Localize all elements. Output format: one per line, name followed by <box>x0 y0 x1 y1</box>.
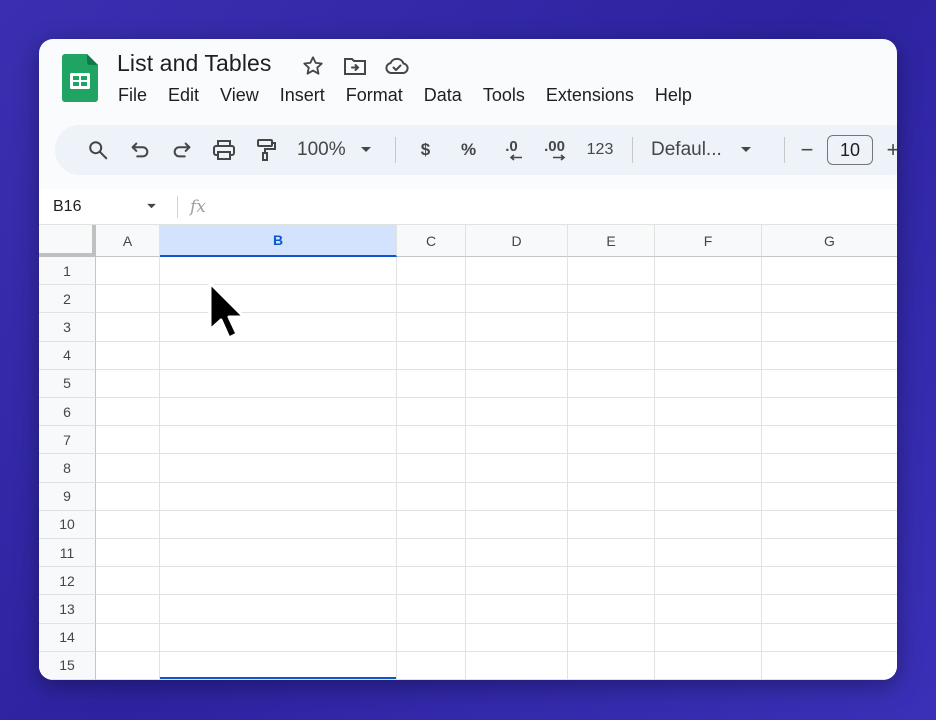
grid-row-line <box>96 650 897 652</box>
zoom-select[interactable]: 100% <box>287 134 387 166</box>
column-header-e[interactable]: E <box>568 225 655 257</box>
toolbar-divider <box>395 137 396 163</box>
grid-column-line <box>159 257 160 680</box>
redo-icon[interactable] <box>161 134 203 166</box>
arrow-left-icon <box>509 154 522 161</box>
font-size-input[interactable]: 10 <box>827 135 873 165</box>
column-header-a[interactable]: A <box>96 225 160 257</box>
document-title[interactable]: List and Tables <box>117 50 272 77</box>
grid-column-line <box>654 257 655 680</box>
fx-icon: fx <box>190 196 206 217</box>
format-percent-button[interactable]: % <box>447 134 490 166</box>
row-header-10[interactable]: 10 <box>39 510 96 539</box>
cell-reference: B16 <box>53 197 82 215</box>
row-header-3[interactable]: 3 <box>39 313 96 342</box>
menu-data[interactable]: Data <box>424 85 462 106</box>
row-header-14[interactable]: 14 <box>39 623 96 652</box>
row-header-4[interactable]: 4 <box>39 341 96 370</box>
mouse-cursor-icon <box>208 281 246 340</box>
sheet-grid[interactable]: A B C D E F G 1 2 3 4 5 6 7 8 9 10 11 12 13 14 15 <box>39 225 897 680</box>
increase-font-size-button[interactable]: + <box>879 134 897 166</box>
menu-extensions[interactable]: Extensions <box>546 85 634 106</box>
column-header-b[interactable]: B <box>160 225 397 257</box>
toolbar-divider <box>784 137 785 163</box>
arrow-right-icon <box>552 154 565 161</box>
grid-row-line <box>96 566 897 568</box>
menu-help[interactable]: Help <box>655 85 692 106</box>
chevron-down-icon <box>740 147 751 152</box>
name-box[interactable]: B16 <box>39 198 167 216</box>
row-header-13[interactable]: 13 <box>39 595 96 624</box>
row-header-9[interactable]: 9 <box>39 482 96 511</box>
menu-tools[interactable]: Tools <box>483 85 525 106</box>
menu-insert[interactable]: Insert <box>280 85 325 106</box>
formula-bar: B16 fx <box>39 189 897 225</box>
row-header-2[interactable]: 2 <box>39 285 96 314</box>
grid-column-line <box>396 257 397 680</box>
grid-row-line <box>96 679 897 680</box>
grid-row-line <box>96 397 897 398</box>
decrease-font-size-button[interactable]: − <box>793 134 821 166</box>
grid-row-line <box>96 425 897 427</box>
row-header-12[interactable]: 12 <box>39 567 96 596</box>
chevron-down-icon <box>147 203 156 209</box>
menu-format[interactable]: Format <box>346 85 403 106</box>
zoom-value: 100% <box>297 139 346 160</box>
grid-row-line <box>96 453 897 455</box>
menu-view[interactable]: View <box>220 85 259 106</box>
column-header-f[interactable]: F <box>655 225 762 257</box>
row-header-8[interactable]: 8 <box>39 454 96 483</box>
row-header-6[interactable]: 6 <box>39 398 96 427</box>
font-select[interactable]: Defaul... <box>641 134 776 166</box>
menu-file[interactable]: File <box>118 85 147 106</box>
cloud-saved-icon[interactable] <box>383 52 411 80</box>
paint-format-icon[interactable] <box>245 134 287 166</box>
chevron-down-icon <box>360 147 371 152</box>
column-header-g[interactable]: G <box>762 225 897 257</box>
grid-column-line <box>567 257 568 680</box>
column-header-c[interactable]: C <box>397 225 466 257</box>
grid-row-line <box>96 509 897 511</box>
grid-row-line <box>96 481 897 483</box>
formula-divider <box>177 195 178 218</box>
grid-row-line <box>96 594 897 596</box>
toolbar: 100% $ % .0 .00 123 Defaul... − 10 + <box>55 125 897 175</box>
row-header-5[interactable]: 5 <box>39 369 96 398</box>
column-header-d[interactable]: D <box>466 225 568 257</box>
spreadsheet-window: List and Tables File Edit View Insert Fo… <box>39 39 897 680</box>
row-header-15[interactable]: 15 <box>39 651 96 680</box>
grid-column-line <box>761 257 762 680</box>
increase-decimal-button[interactable]: .00 <box>533 134 576 166</box>
decrease-decimal-label: .0 <box>505 138 518 155</box>
row-header-1[interactable]: 1 <box>39 257 96 286</box>
star-icon[interactable] <box>299 52 327 80</box>
menu-bar: File Edit View Insert Format Data Tools … <box>118 85 713 106</box>
select-all-corner[interactable] <box>39 225 96 257</box>
format-currency-button[interactable]: $ <box>404 134 447 166</box>
increase-decimal-label: .00 <box>544 138 565 155</box>
grid-row-line <box>96 368 897 370</box>
move-folder-icon[interactable] <box>341 52 369 80</box>
row-header-7[interactable]: 7 <box>39 426 96 455</box>
grid-row-line <box>96 622 897 624</box>
grid-row-line <box>96 538 897 539</box>
row-header-11[interactable]: 11 <box>39 539 96 568</box>
font-value: Defaul... <box>651 139 722 160</box>
more-formats-button[interactable]: 123 <box>576 134 624 166</box>
undo-icon[interactable] <box>119 134 161 166</box>
search-menus-icon[interactable] <box>77 134 119 166</box>
sheets-logo-icon[interactable] <box>62 54 98 102</box>
menu-edit[interactable]: Edit <box>168 85 199 106</box>
print-icon[interactable] <box>203 134 245 166</box>
decrease-decimal-button[interactable]: .0 <box>490 134 533 166</box>
grid-column-line <box>465 257 466 680</box>
toolbar-divider <box>632 137 633 163</box>
